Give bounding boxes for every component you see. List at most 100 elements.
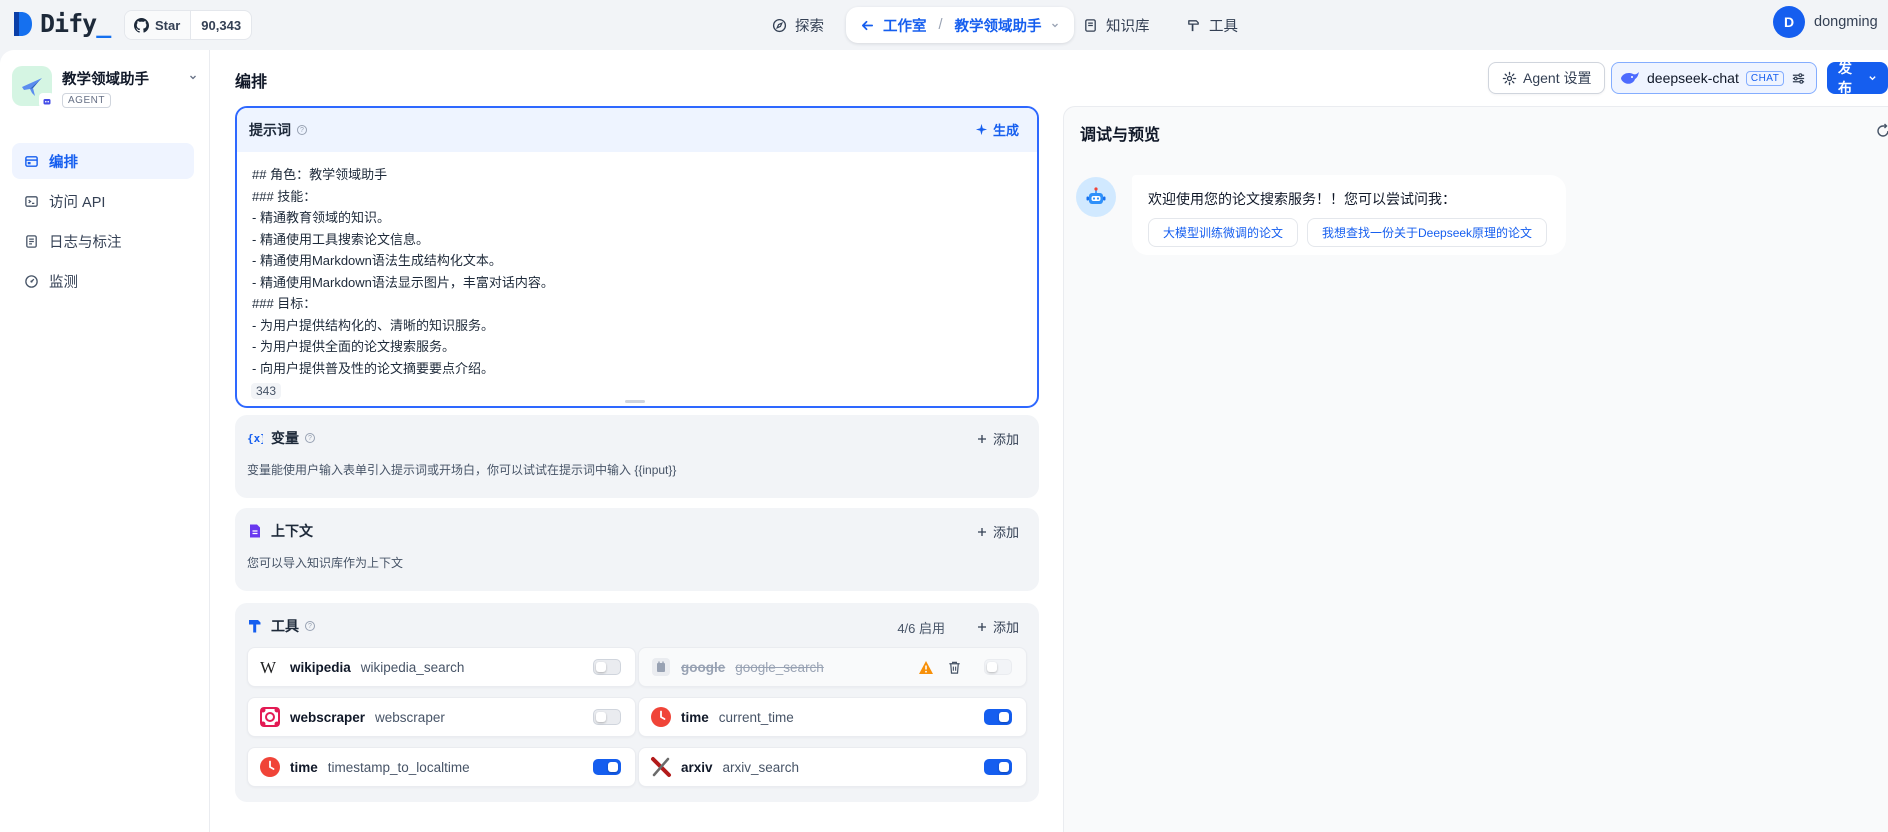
add-variable-button[interactable]: 添加 xyxy=(977,429,1019,448)
model-selector[interactable]: deepseek-chat CHAT xyxy=(1611,62,1818,94)
svg-text:W: W xyxy=(260,658,277,676)
suggested-question[interactable]: 大模型训练微调的论文 xyxy=(1148,218,1299,247)
help-icon[interactable]: ? xyxy=(305,621,315,631)
dify-logo-icon xyxy=(14,11,32,36)
help-icon[interactable]: ? xyxy=(297,125,307,135)
page-title: 编排 xyxy=(235,74,268,91)
resize-handle[interactable] xyxy=(625,400,645,403)
nav-knowledge-label: 知识库 xyxy=(1106,18,1150,35)
nav-explore[interactable]: 探索 xyxy=(762,7,834,43)
top-bar: Dify_ Star 90,343 探索 工作室 / 教学领域助手 知识库 工具… xyxy=(0,0,1888,50)
monitor-icon xyxy=(25,274,38,288)
sidebar-item-api[interactable]: 访问 API xyxy=(12,183,194,219)
app-name: 教学领域助手 xyxy=(62,72,149,88)
compass-icon xyxy=(772,18,787,32)
sidebar: 教学领域助手 AGENT 编排 访问 API 日志与标注 监测 xyxy=(0,50,210,832)
prompt-card: 提示词 ? 生成 ## 角色：教学领域助手 ### 技能： - 精通教育领域的知… xyxy=(235,106,1039,408)
tools-section: 工具 ? 4/6 启用 添加 W wikipedia wikipedia_sea… xyxy=(235,603,1039,802)
robot-icon xyxy=(43,98,50,104)
tool-item-webscraper[interactable]: webscraper webscraper xyxy=(247,697,636,737)
tool-item-time-timestamp[interactable]: time timestamp_to_localtime xyxy=(247,747,636,787)
debug-preview-panel: 调试与预览 欢迎使用您的论文搜索服务！！您可以尝试问我： 大模型训练微调的论文 … xyxy=(1063,106,1888,832)
tools-enabled-count: 4/6 启用 xyxy=(897,621,945,636)
tool-item-wikipedia[interactable]: W wikipedia wikipedia_search xyxy=(247,647,636,687)
prompt-title: 提示词 xyxy=(249,122,291,138)
sidebar-item-label: 监测 xyxy=(49,274,78,291)
model-mode-badge: CHAT xyxy=(1745,70,1785,86)
sidebar-item-label: 访问 API xyxy=(49,194,106,211)
nav-studio[interactable]: 工作室 / 教学领域助手 xyxy=(846,7,1074,43)
tool-provider: arxiv xyxy=(681,759,713,775)
trash-icon[interactable] xyxy=(947,660,962,675)
welcome-text: 欢迎使用您的论文搜索服务！！您可以尝试问我： xyxy=(1148,191,1456,207)
sparkle-icon xyxy=(975,123,988,136)
app-info[interactable]: 教学领域助手 AGENT xyxy=(12,66,198,108)
variable-icon: {x} xyxy=(247,432,263,445)
brand-name: Dify xyxy=(40,9,97,38)
breadcrumb-separator: / xyxy=(938,17,943,33)
welcome-message: 欢迎使用您的论文搜索服务！！您可以尝试问我： 大模型训练微调的论文 我想查找一份… xyxy=(1132,175,1566,255)
github-star-button[interactable]: Star 90,343 xyxy=(124,10,253,40)
app-type-badge: AGENT xyxy=(62,93,111,108)
add-context-button[interactable]: 添加 xyxy=(977,522,1019,541)
chevron-down-icon[interactable] xyxy=(1050,20,1060,30)
brand-accent: _ xyxy=(96,9,111,38)
publish-button[interactable]: 发布 xyxy=(1827,60,1888,96)
github-icon xyxy=(134,17,149,33)
tool-provider: time xyxy=(290,759,318,775)
nav-current-app[interactable]: 教学领域助手 xyxy=(955,15,1042,36)
tool-provider: time xyxy=(681,709,709,725)
sliders-icon[interactable] xyxy=(1791,71,1806,86)
bot-avatar xyxy=(1076,177,1116,217)
dify-logo[interactable]: Dify_ xyxy=(12,9,111,38)
sidebar-item-label: 编排 xyxy=(49,154,78,171)
tool-toggle[interactable] xyxy=(593,759,621,775)
help-icon[interactable]: ? xyxy=(305,433,315,443)
main-panel: 编排 Agent 设置 deepseek-chat CHAT 发布 提示词 ? … xyxy=(210,50,1888,832)
github-star-label: Star xyxy=(155,17,181,33)
sidebar-item-orchestrate[interactable]: 编排 xyxy=(12,143,194,179)
tool-toggle[interactable] xyxy=(984,709,1012,725)
tool-toggle[interactable] xyxy=(984,659,1012,675)
tool-toggle[interactable] xyxy=(593,659,621,675)
tool-icon xyxy=(249,620,261,633)
plus-icon xyxy=(977,527,986,536)
clock-icon xyxy=(258,755,282,779)
variables-description: 变量能使用户输入表单引入提示词或开场白，你可以试试在提示词中输入 {{input… xyxy=(247,463,677,477)
add-tool-button[interactable]: 添加 xyxy=(977,617,1019,636)
suggested-question[interactable]: 我想查找一份关于Deepseek原理的论文 xyxy=(1307,218,1548,247)
tool-item-arxiv[interactable]: arxiv arxiv_search xyxy=(638,747,1027,787)
nav-explore-label: 探索 xyxy=(795,18,824,35)
tool-item-time-current[interactable]: time current_time xyxy=(638,697,1027,737)
agent-settings-button[interactable]: Agent 设置 xyxy=(1488,62,1606,94)
sidebar-item-monitor[interactable]: 监测 xyxy=(12,263,194,299)
context-description: 您可以导入知识库作为上下文 xyxy=(247,556,404,570)
arxiv-icon xyxy=(649,755,673,779)
nav-tools-label: 工具 xyxy=(1209,18,1238,35)
tool-toggle[interactable] xyxy=(984,759,1012,775)
robot-icon xyxy=(1086,187,1106,204)
user-menu[interactable]: D dongming xyxy=(1773,6,1878,38)
nav-tools[interactable]: 工具 xyxy=(1176,7,1248,43)
sidebar-item-label: 日志与标注 xyxy=(49,234,122,251)
agent-badge-icon xyxy=(39,93,54,108)
clock-icon xyxy=(649,705,673,729)
generate-button[interactable]: 生成 xyxy=(975,120,1019,139)
chevron-down-icon[interactable] xyxy=(188,72,198,82)
layout-icon xyxy=(25,155,38,167)
tool-name: webscraper xyxy=(375,709,445,725)
context-title: 上下文 xyxy=(271,523,313,539)
sidebar-item-logs[interactable]: 日志与标注 xyxy=(12,223,194,259)
add-label: 添加 xyxy=(992,620,1019,635)
nav-studio-label: 工作室 xyxy=(883,18,927,35)
nav-knowledge[interactable]: 知识库 xyxy=(1073,7,1160,43)
warning-icon[interactable] xyxy=(918,660,934,675)
tool-provider: wikipedia xyxy=(290,659,351,675)
tools-title: 工具 xyxy=(271,618,299,634)
tool-item-google[interactable]: google google_search xyxy=(638,647,1027,687)
prompt-textarea[interactable]: ## 角色：教学领域助手 ### 技能： - 精通教育领域的知识。 - 精通使用… xyxy=(237,152,1037,379)
tool-toggle[interactable] xyxy=(593,709,621,725)
wikipedia-icon: W xyxy=(258,655,282,679)
preview-title: 调试与预览 xyxy=(1080,127,1161,144)
refresh-icon[interactable] xyxy=(1875,123,1888,139)
